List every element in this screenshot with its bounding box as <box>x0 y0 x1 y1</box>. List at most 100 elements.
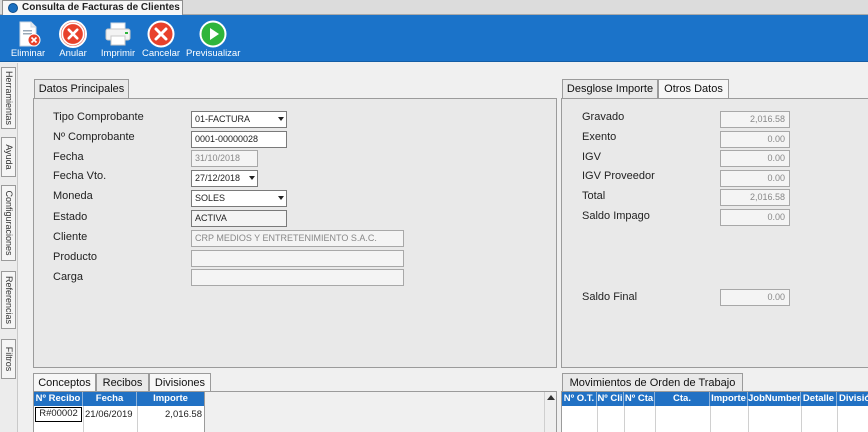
producto-field <box>191 250 404 267</box>
numero-comprobante-field[interactable]: 0001-00000028 <box>191 131 287 148</box>
igv-field: 0.00 <box>720 150 790 167</box>
fecha-vto-picker[interactable]: 27/12/2018 <box>191 170 258 187</box>
label-saldo-impago: Saldo Impago <box>582 210 650 222</box>
previsualizar-label: Previsualizar <box>186 48 241 59</box>
label-cliente: Cliente <box>53 231 88 243</box>
eliminar-label: Eliminar <box>10 48 46 59</box>
tipo-comprobante-select[interactable]: 01-FACTURA <box>191 111 287 128</box>
cancel-x-icon <box>59 20 87 48</box>
side-tab-label: Configuraciones <box>3 190 14 256</box>
imprimir-label: Imprimir <box>100 48 136 59</box>
movimientos-panel: Nº O.T. Nº Cli Nº Cta Cta. Importe JobNu… <box>561 391 868 432</box>
side-tab-configuraciones[interactable]: Configuraciones <box>1 185 16 261</box>
cliente-field: CRP MEDIOS Y ENTRETENIMIENTO S.A.C. <box>191 230 404 247</box>
tab-label: Desglose Importe <box>566 83 654 95</box>
moneda-select[interactable]: SOLES <box>191 190 287 207</box>
side-tab-referencias[interactable]: Referencias <box>1 271 16 329</box>
col-header-division[interactable]: División <box>837 392 868 406</box>
grid-divider <box>597 406 598 432</box>
play-icon <box>199 20 227 48</box>
select-value: SOLES <box>195 193 226 203</box>
exento-field: 0.00 <box>720 131 790 148</box>
chevron-down-icon <box>278 196 284 200</box>
grid-divider <box>801 406 802 432</box>
side-tab-label: Herramientas <box>3 70 14 126</box>
col-header-fecha[interactable]: Fecha <box>83 392 137 406</box>
cell-importe[interactable]: 2,016.58 <box>138 408 202 423</box>
col-header-cta[interactable]: Cta. <box>655 392 710 406</box>
grid-divider <box>624 406 625 432</box>
movimientos-grid: Nº O.T. Nº Cli Nº Cta Cta. Importe JobNu… <box>562 392 868 432</box>
document-tab-title: Consulta de Facturas de Clientes <box>22 2 180 13</box>
grid-divider <box>710 406 711 432</box>
anular-label: Anular <box>59 48 87 59</box>
cell-fecha[interactable]: 21/06/2019 <box>85 408 137 423</box>
label-igv-proveedor: IGV Proveedor <box>582 170 655 182</box>
col-header-importe[interactable]: Importe <box>710 392 748 406</box>
tab-label: Conceptos <box>38 377 91 389</box>
cancelar-button[interactable]: Cancelar <box>142 18 180 60</box>
anular-button[interactable]: Anular <box>56 18 90 60</box>
label-igv: IGV <box>582 151 601 163</box>
saldo-final-field: 0.00 <box>720 289 790 306</box>
document-tab[interactable]: Consulta de Facturas de Clientes <box>2 0 183 15</box>
side-tab-label: Referencias <box>3 275 14 325</box>
label-total: Total <box>582 190 606 202</box>
fecha-field: 31/10/2018 <box>191 150 258 167</box>
label-numero-comprobante: Nº Comprobante <box>53 131 135 143</box>
app-icon <box>8 3 18 13</box>
vertical-scrollbar[interactable] <box>544 392 556 432</box>
label-gravado: Gravado <box>582 111 625 123</box>
side-tab-herramientas[interactable]: Herramientas <box>1 67 16 129</box>
col-header-cta-num[interactable]: Nº Cta <box>624 392 655 406</box>
grid-divider <box>655 406 656 432</box>
carga-field <box>191 269 404 286</box>
total-field: 2,016.58 <box>720 189 790 206</box>
grid-divider <box>748 406 749 432</box>
label-carga: Carga <box>53 271 83 283</box>
label-tipo-comprobante: Tipo Comprobante <box>53 111 144 123</box>
tab-label: Recibos <box>102 377 143 389</box>
cell-recibo[interactable]: R#00002 <box>35 407 82 422</box>
tab-otros-datos[interactable]: Otros Datos <box>658 79 729 98</box>
cancel-x-icon <box>147 20 175 48</box>
col-header-recibo[interactable]: Nº Recibo <box>34 392 83 406</box>
igv-proveedor-field: 0.00 <box>720 170 790 187</box>
document-tab-strip: Consulta de Facturas de Clientes <box>0 0 868 15</box>
cancelar-label: Cancelar <box>142 48 181 59</box>
tab-divisiones[interactable]: Divisiones <box>149 373 211 392</box>
scroll-up-icon[interactable] <box>547 395 555 400</box>
side-tab-ayuda[interactable]: Ayuda <box>1 137 16 177</box>
side-tab-label: Ayuda <box>3 144 14 170</box>
tab-desglose-importe[interactable]: Desglose Importe <box>562 79 658 99</box>
label-fecha-vto: Fecha Vto. <box>53 170 107 182</box>
col-header-importe[interactable]: Importe <box>137 392 204 406</box>
tab-recibos[interactable]: Recibos <box>96 373 149 392</box>
label-moneda: Moneda <box>53 190 93 202</box>
label-estado: Estado <box>53 211 88 223</box>
tab-label: Datos Principales <box>38 83 125 95</box>
col-header-jobnumber[interactable]: JobNumber <box>748 392 801 406</box>
tab-conceptos[interactable]: Conceptos <box>33 373 96 392</box>
select-value: 01-FACTURA <box>195 114 251 124</box>
recibos-grid: Nº Recibo Fecha Importe R#00002 21/06/20… <box>34 392 205 432</box>
tab-movimientos-ot[interactable]: Movimientos de Orden de Trabajo <box>562 373 743 392</box>
previsualizar-button[interactable]: Previsualizar <box>186 18 240 60</box>
tab-label: Divisiones <box>154 377 206 389</box>
col-header-detalle[interactable]: Detalle <box>801 392 837 406</box>
side-tab-filtros[interactable]: Filtros <box>1 339 16 379</box>
imprimir-button[interactable]: Imprimir <box>98 18 138 60</box>
side-tab-strip: Herramientas Ayuda Configuraciones Refer… <box>0 63 18 432</box>
printer-icon <box>105 22 131 46</box>
gravado-field: 2,016.58 <box>720 111 790 128</box>
label-fecha: Fecha <box>53 151 84 163</box>
col-header-cli[interactable]: Nº Cli <box>597 392 624 406</box>
grid-divider <box>83 406 84 432</box>
picker-value: 27/12/2018 <box>195 173 241 183</box>
eliminar-button[interactable]: Eliminar <box>8 18 48 60</box>
desglose-panel: Gravado 2,016.58 Exento 0.00 IGV 0.00 IG… <box>561 98 868 368</box>
tab-datos-principales[interactable]: Datos Principales <box>34 79 129 99</box>
tab-label: Movimientos de Orden de Trabajo <box>569 377 736 389</box>
col-header-ot[interactable]: Nº O.T. <box>562 392 597 406</box>
label-producto: Producto <box>53 251 98 263</box>
